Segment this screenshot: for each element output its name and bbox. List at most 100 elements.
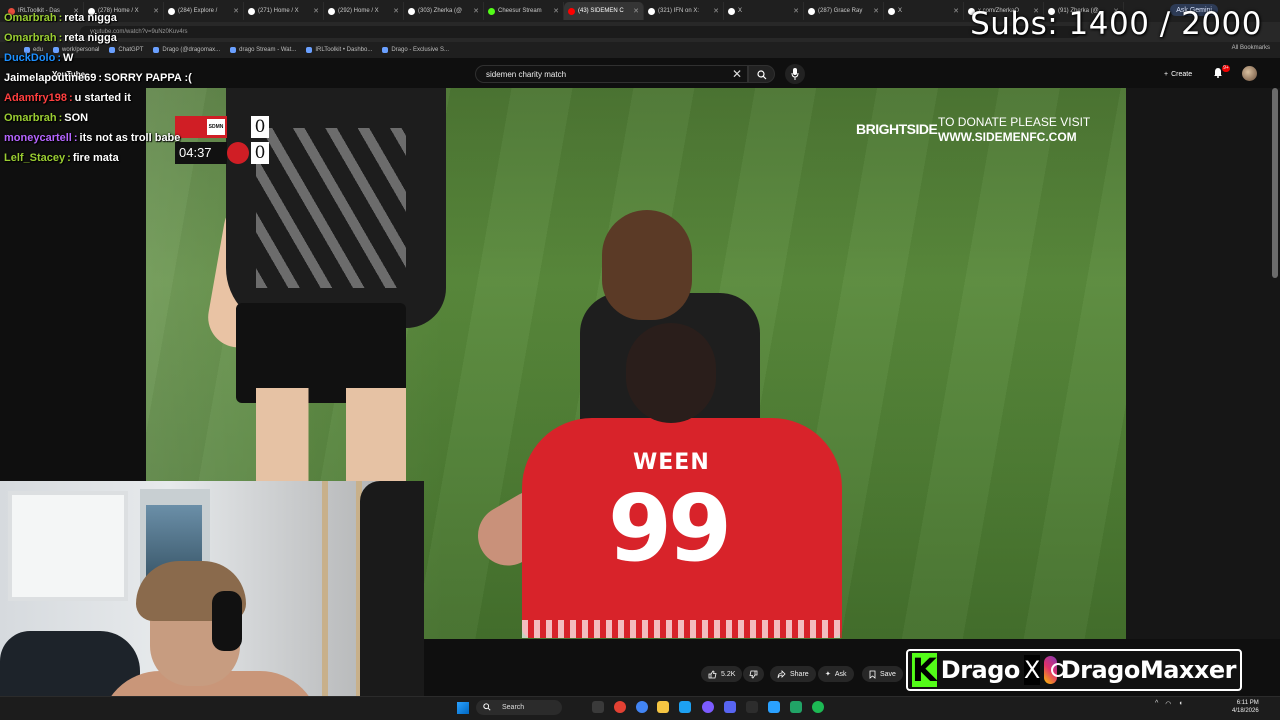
bookmark-label: Drago - Exclusive S... [391, 47, 450, 53]
subs-goal: Subs: 1400 / 2000 [970, 6, 1262, 42]
save-button[interactable]: Save [862, 666, 903, 682]
chrome-icon[interactable] [614, 701, 626, 713]
chat-username: Omarbrah [4, 12, 57, 24]
browser-tab[interactable]: Cheesur Stream ✕ [484, 2, 564, 20]
chat-text: fire mata [72, 152, 119, 164]
chat-message: Omarbrah: reta nigga [4, 8, 284, 28]
tab-close-icon[interactable]: ✕ [953, 7, 959, 15]
webcam-window [8, 491, 128, 601]
instagram-logo-icon [1044, 656, 1066, 684]
tab-close-icon[interactable]: ✕ [473, 7, 479, 15]
share-button[interactable]: Share [770, 666, 816, 682]
instagram-username: DragoMaxxer [1060, 656, 1237, 684]
obs-icon[interactable] [702, 701, 714, 713]
chat-text: W [63, 52, 74, 64]
chat-message: Lelf_Stacey: fire mata [4, 148, 284, 168]
clock-time: 6:11 PM [1236, 700, 1259, 706]
mail-icon[interactable] [768, 701, 780, 713]
ask-label: Ask [834, 670, 847, 678]
tab-label: (321) IFN on X: [658, 8, 700, 14]
tab-label: Cheesur Stream [498, 8, 542, 14]
browser-tab[interactable]: (321) IFN on X: ✕ [644, 2, 724, 20]
bookmark-item[interactable]: IRLToolkit • Dashbo... [306, 47, 372, 53]
dislike-button[interactable] [743, 666, 764, 682]
browser-tab[interactable]: X ✕ [884, 2, 964, 20]
related-videos-pane [1126, 88, 1280, 639]
chat-text: reta nigga [64, 12, 117, 24]
sparkle-icon: ✦ [825, 671, 831, 678]
chat-message: DuckDolo: W [4, 48, 284, 68]
tab-label: X [898, 8, 903, 14]
excel-icon[interactable] [790, 701, 802, 713]
like-count: 5.2K [721, 670, 736, 678]
discord-icon[interactable] [724, 701, 736, 713]
chat-separator: : [58, 12, 63, 24]
create-button[interactable]: + Create [1158, 65, 1198, 83]
chat-message: Jaimelapoutine69: SORRY PAPPA :( [4, 68, 284, 88]
like-button[interactable]: 5.2K [701, 666, 743, 682]
windows-start-icon[interactable] [457, 702, 469, 714]
tab-close-icon[interactable]: ✕ [313, 7, 319, 15]
chat-separator: : [73, 132, 78, 144]
tab-favicon-icon [808, 7, 815, 15]
browser-tab[interactable]: X ✕ [724, 2, 804, 20]
search-input[interactable]: sidemen charity match [475, 65, 748, 83]
player-center-head [602, 210, 692, 320]
search-icon [757, 70, 767, 80]
volume-icon[interactable]: ◖ [1178, 700, 1182, 708]
chat-text: its not as troll babe [79, 132, 181, 144]
browser-tab[interactable]: (43) SIDEMEN C ✕ [564, 2, 644, 20]
tab-label: (292) Home / X [338, 8, 379, 14]
kick-username: Drago [940, 656, 1021, 684]
socials-banner: K Drago X DragoMaxxer [906, 649, 1242, 691]
chat-text: SON [64, 112, 89, 124]
tab-close-icon[interactable]: ✕ [633, 7, 639, 15]
telegram-icon[interactable] [679, 701, 691, 713]
ask-button[interactable]: ✦ Ask [818, 666, 854, 682]
browser-tab[interactable]: (303) Zherka (@ ✕ [404, 2, 484, 20]
bookmark-favicon-icon [382, 47, 389, 53]
tab-favicon-icon [888, 7, 895, 15]
taskbar-clock[interactable]: 6:11 PM 4/18/2026 [1232, 699, 1259, 715]
browser-tab[interactable]: (287) Grace Ray ✕ [804, 2, 884, 20]
tab-close-icon[interactable]: ✕ [793, 7, 799, 15]
clear-search-icon[interactable]: ✕ [732, 67, 742, 81]
task-view-icon[interactable] [592, 701, 604, 713]
headset-icon [212, 591, 242, 651]
chevron-up-icon[interactable]: ^ [1155, 700, 1158, 708]
all-bookmarks-button[interactable]: All Bookmarks [1232, 45, 1270, 51]
chat-message: Omarbrah: reta nigga [4, 28, 284, 48]
browser-tab[interactable]: (292) Home / X ✕ [324, 2, 404, 20]
chat-username: DuckDolo [4, 52, 56, 64]
account-avatar[interactable] [1242, 66, 1257, 81]
jersey-number: 99 [608, 475, 732, 582]
wifi-icon[interactable]: ◠ [1165, 700, 1171, 708]
voice-search-button[interactable] [785, 64, 805, 84]
kick-logo-icon: K [912, 651, 937, 689]
sponsor-logo: BRIGHTSIDE [856, 121, 938, 137]
mic-icon [791, 68, 799, 80]
donate-line1: TO DONATE PLEASE VISIT [938, 115, 1091, 129]
chat-username: Adamfry198 [4, 92, 67, 104]
search-icon [483, 703, 491, 711]
tab-close-icon[interactable]: ✕ [393, 7, 399, 15]
donate-banner: TO DONATE PLEASE VISIT WWW.SIDEMENFC.COM [938, 115, 1090, 145]
tab-close-icon[interactable]: ✕ [553, 7, 559, 15]
tab-close-icon[interactable]: ✕ [713, 7, 719, 15]
tab-favicon-icon [568, 7, 575, 15]
chat-message: Omarbrah: SON [4, 108, 284, 128]
terminal-icon[interactable] [746, 701, 758, 713]
webcam-ladder [322, 481, 362, 720]
tab-label: X [738, 8, 743, 14]
bookmark-item[interactable]: Drago - Exclusive S... [382, 47, 449, 53]
search-button[interactable] [748, 65, 775, 83]
spotify-icon[interactable] [812, 701, 824, 713]
tab-close-icon[interactable]: ✕ [873, 7, 879, 15]
chat-separator: : [58, 32, 63, 44]
tab-favicon-icon [328, 7, 335, 15]
chat-username: Omarbrah [4, 112, 57, 124]
page-scrollbar[interactable] [1272, 88, 1278, 278]
file-explorer-icon[interactable] [657, 701, 669, 713]
tab-favicon-icon [728, 7, 735, 15]
chrome-profile-icon[interactable] [636, 701, 648, 713]
